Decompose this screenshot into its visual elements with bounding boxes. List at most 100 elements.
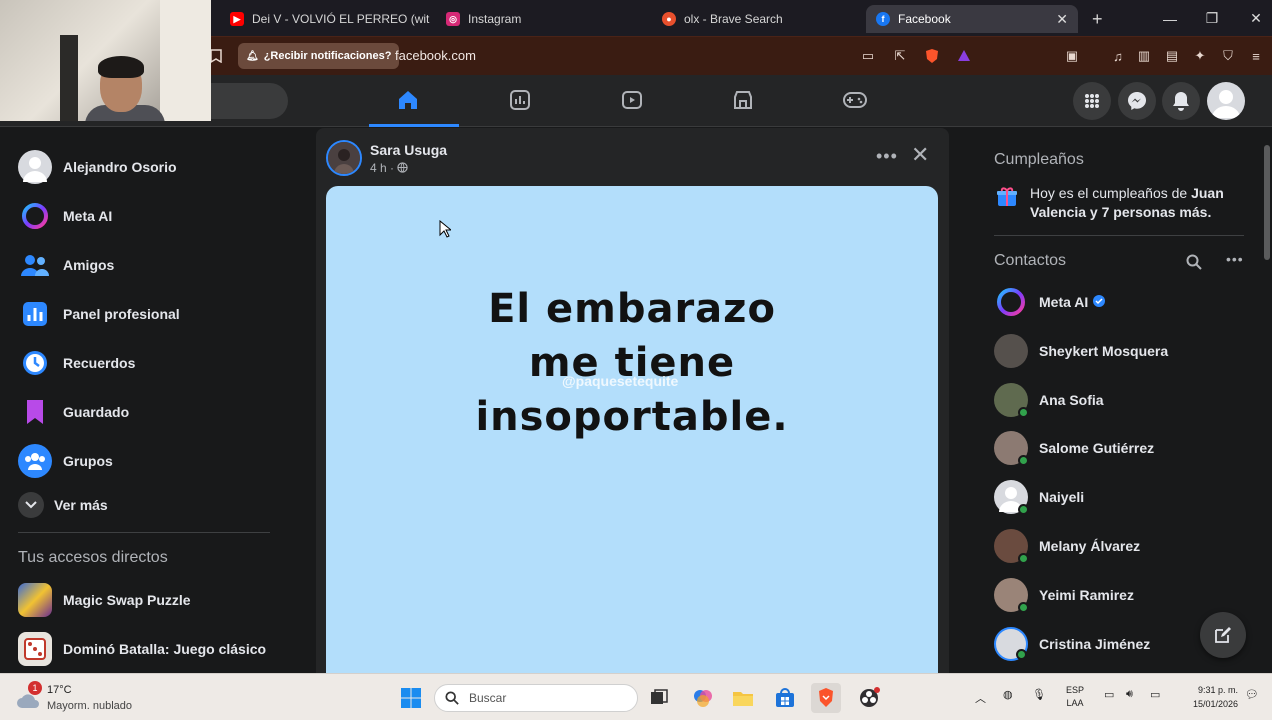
copilot-icon[interactable] <box>688 683 718 713</box>
clock[interactable]: 9:31 p. m. 15/01/2026 <box>1178 683 1238 711</box>
maximize-icon[interactable]: ❐ <box>1190 0 1234 37</box>
sidebar-item-label: Alejandro Osorio <box>63 159 177 175</box>
brave-browser-icon[interactable] <box>811 683 841 713</box>
display-icon[interactable]: ▭ <box>1104 688 1114 701</box>
clock-time: 9:31 p. m. <box>1197 685 1238 695</box>
file-explorer-icon[interactable] <box>728 683 758 713</box>
contact-name: Melany Álvarez <box>1039 538 1141 554</box>
marketplace-icon[interactable] <box>728 85 758 115</box>
sidebar-item-label: Grupos <box>63 453 113 469</box>
online-indicator <box>1016 649 1027 660</box>
gaming-icon[interactable] <box>840 85 870 115</box>
video-icon[interactable] <box>617 85 647 115</box>
sidebar-item-saved[interactable]: Guardado <box>18 394 129 430</box>
close-post-icon[interactable]: ✕ <box>911 144 929 166</box>
notifications-bell-icon[interactable] <box>1162 82 1200 120</box>
menu-icon[interactable]: ≡ <box>1248 48 1264 64</box>
wallet-icon[interactable]: ▤ <box>1164 48 1180 64</box>
contact-name: Ana Sofia <box>1039 392 1104 408</box>
close-tab-icon[interactable]: ✕ <box>1056 11 1068 28</box>
messenger-icon[interactable] <box>1118 82 1156 120</box>
online-indicator <box>1018 407 1029 418</box>
brave-shields-icon[interactable] <box>924 48 940 64</box>
microsoft-store-icon[interactable] <box>770 683 800 713</box>
microphone-icon[interactable]: 🎙︎ <box>1032 688 1046 701</box>
sidebar-item-pro-dashboard[interactable]: Panel profesional <box>18 296 180 332</box>
windows-start-icon[interactable] <box>396 683 426 713</box>
minimize-icon[interactable]: — <box>1148 0 1192 37</box>
mouse-cursor-icon <box>439 219 453 238</box>
contact-item[interactable]: Cristina Jiménez <box>994 624 1150 664</box>
sidebar-item-meta-ai[interactable]: Meta AI <box>18 198 112 234</box>
notification-center-icon[interactable]: 💬︎ <box>1245 688 1259 701</box>
new-message-button[interactable] <box>1200 612 1246 658</box>
volume-icon[interactable]: 🔊︎ <box>1126 688 1133 701</box>
cast-icon[interactable]: ▭ <box>860 48 876 64</box>
contact-item[interactable]: Naiyeli <box>994 477 1084 517</box>
shortcut-magic-swap-puzzle[interactable]: Magic Swap Puzzle <box>18 582 191 618</box>
birthday-notice[interactable]: Hoy es el cumpleaños de Juan Valencia y … <box>1030 184 1240 222</box>
post-timestamp[interactable]: 4 h · <box>370 161 409 175</box>
bell-icon: 🔔︎ <box>246 50 259 62</box>
language-indicator[interactable]: ESP LAA <box>1066 684 1084 710</box>
task-view-icon[interactable] <box>644 683 674 713</box>
meta-ai-icon <box>994 285 1028 319</box>
post-author-avatar[interactable] <box>326 140 362 176</box>
taskbar-search[interactable]: Buscar <box>434 684 638 712</box>
see-more-button[interactable]: Ver más <box>18 487 108 523</box>
tab-label: Dei V - VOLVIÓ EL PERREO (with D <box>252 12 430 26</box>
instagram-icon: ◎ <box>446 12 460 26</box>
tab-instagram[interactable]: ◎ Instagram <box>436 5 636 33</box>
tray-app-icon[interactable]: ◍ <box>1003 688 1013 701</box>
weather-widget[interactable]: 1 17°C Mayorm. nublado <box>14 681 154 714</box>
domino-thumbnail <box>18 632 52 666</box>
sidebar-item-groups[interactable]: Grupos <box>18 443 113 479</box>
facebook-icon: f <box>876 12 890 26</box>
close-window-icon[interactable]: ✕ <box>1234 0 1272 37</box>
contacts-more-icon[interactable]: ••• <box>1226 251 1244 267</box>
sidebar-icon[interactable]: ▥ <box>1136 48 1152 64</box>
sidebar-item-memories[interactable]: Recuerdos <box>18 345 135 381</box>
tray-chevron-up-icon[interactable]: ︿ <box>975 690 986 706</box>
lang-bottom: LAA <box>1066 698 1084 708</box>
contact-item[interactable]: Melany Álvarez <box>994 526 1140 566</box>
sidebar-item-friends[interactable]: Amigos <box>18 247 114 283</box>
contact-item[interactable]: Yeimi Ramirez <box>994 575 1134 615</box>
new-tab-button[interactable]: + <box>1086 5 1112 33</box>
share-icon[interactable]: ⇱ <box>892 48 908 64</box>
account-avatar[interactable] <box>1207 82 1245 120</box>
battery-icon[interactable]: ▭ <box>1150 688 1160 701</box>
home-active-indicator <box>369 124 459 127</box>
lang-top: ESP <box>1066 685 1085 695</box>
menu-grid-icon[interactable] <box>1073 82 1111 120</box>
reader-mode-icon[interactable]: ▣ <box>1064 48 1080 64</box>
contact-item[interactable]: Ana Sofia <box>994 380 1104 420</box>
scrollbar-thumb[interactable] <box>1264 145 1270 260</box>
contact-avatar <box>994 431 1029 466</box>
contact-item[interactable]: Sheykert Mosquera <box>994 331 1168 371</box>
notification-permission-button[interactable]: 🔔︎ ¿Recibir notificaciones? <box>238 43 400 69</box>
brave-rewards-icon[interactable] <box>956 48 972 64</box>
clock-date: 15/01/2026 <box>1192 699 1238 709</box>
online-indicator <box>1018 455 1029 466</box>
shortcut-domino-batalla[interactable]: Dominó Batalla: Juego clásico <box>18 631 266 667</box>
media-icon[interactable]: ♫ <box>1110 48 1126 64</box>
url-field[interactable]: facebook.com <box>395 48 476 63</box>
dashboard-nav-icon[interactable] <box>505 85 535 115</box>
obs-icon[interactable] <box>854 683 884 713</box>
birthdays-heading: Cumpleaños <box>994 151 1084 168</box>
sidebar-item-profile[interactable]: Alejandro Osorio <box>18 149 177 185</box>
tab-youtube[interactable]: ▶ Dei V - VOLVIÓ EL PERREO (with D <box>220 5 430 33</box>
post-more-options-icon[interactable]: ••• <box>876 146 898 167</box>
tab-facebook[interactable]: f Facebook ✕ <box>866 5 1078 33</box>
contact-item[interactable]: Salome Gutiérrez <box>994 428 1154 468</box>
home-icon[interactable] <box>393 85 423 115</box>
chevron-down-icon <box>18 492 44 518</box>
contact-item[interactable]: Meta AI <box>994 282 1106 322</box>
tab-brave-search[interactable]: ● olx - Brave Search <box>652 5 852 33</box>
search-contacts-icon[interactable] <box>1186 254 1202 275</box>
contact-name: Yeimi Ramirez <box>1039 587 1134 603</box>
post-author-name[interactable]: Sara Usuga <box>370 142 447 158</box>
vpn-shield-icon[interactable]: ⛉ <box>1220 48 1236 64</box>
leo-ai-icon[interactable]: ✦ <box>1192 48 1208 64</box>
